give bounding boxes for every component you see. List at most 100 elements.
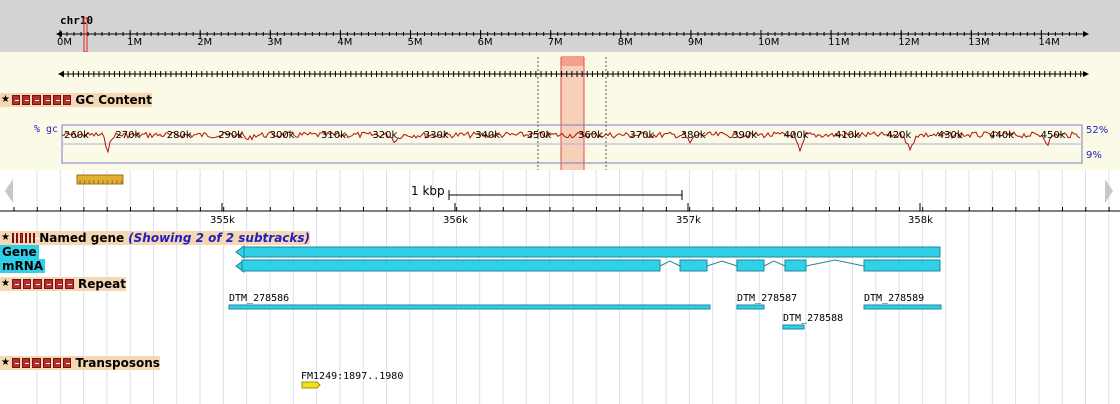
- overview-tick-label: 2M: [197, 37, 213, 48]
- download-icon[interactable]: [43, 279, 53, 289]
- detail-tick-label: 420k: [886, 130, 912, 141]
- overview-tick-label: 6M: [477, 37, 493, 48]
- star-icon[interactable]: ★: [1, 233, 10, 243]
- repeat-feature: [863, 304, 942, 310]
- detail-tick-label: 390k: [732, 130, 758, 141]
- rss-icon[interactable]: [33, 279, 42, 289]
- mrna-feature: [235, 259, 941, 273]
- edit-icon[interactable]: [28, 233, 37, 243]
- repeat-feature-label[interactable]: DTM_278587: [737, 293, 797, 304]
- detail-tick-label: 260k: [64, 130, 89, 141]
- detail-tick-label: 270k: [115, 130, 141, 141]
- overview-ruler[interactable]: chr10 0M 1M 2M 3M 4M 5M 6M 7M 8M 9M 10M 11M 12M 13M 14…: [0, 0, 1120, 52]
- help-icon[interactable]: [65, 279, 74, 289]
- repeat-track-title: Repeat: [78, 277, 126, 291]
- detail-tick-label: 370k: [629, 130, 655, 141]
- gc-y-label: % gc: [34, 124, 59, 135]
- tracks-area[interactable]: [0, 170, 1120, 404]
- help-icon[interactable]: [63, 95, 72, 105]
- edit-icon[interactable]: [52, 95, 62, 105]
- detail-tick-label: 300k: [269, 130, 295, 141]
- download-icon[interactable]: [24, 233, 33, 243]
- overview-tick-label: 0M: [57, 37, 72, 48]
- detail-tick-label: 280k: [166, 130, 192, 141]
- overview-tick-label: 1M: [127, 37, 143, 48]
- rss-icon[interactable]: [32, 95, 41, 105]
- close-icon[interactable]: [16, 233, 24, 243]
- close-icon[interactable]: [22, 95, 31, 105]
- detail-tick-label: 290k: [218, 130, 244, 141]
- named-gene-track-header[interactable]: ★ Named gene (Showing 2 of 2 subtracks): [0, 231, 310, 245]
- detail-tick-label: 330k: [423, 130, 449, 141]
- minimize-icon[interactable]: [11, 279, 21, 289]
- overview-tick-label: 3M: [267, 37, 283, 48]
- detail-scale: [58, 56, 1089, 170]
- close-icon[interactable]: [22, 358, 31, 368]
- download-icon[interactable]: [42, 95, 51, 105]
- named-gene-subtitle: (Showing 2 of 2 subtracks): [128, 231, 311, 245]
- axis-tick-label: 355k: [210, 215, 235, 226]
- overview-tick-label: 9M: [687, 37, 703, 48]
- mrna-sublabel: mRNA: [0, 259, 46, 273]
- star-icon[interactable]: ★: [1, 358, 10, 368]
- detail-tick-label: 400k: [783, 130, 809, 141]
- minimize-icon[interactable]: [11, 233, 20, 243]
- axis-tick-label: 357k: [676, 215, 701, 226]
- overview-location-marker: [83, 17, 88, 52]
- overview-tick-label: 8M: [617, 37, 633, 48]
- overview-tick-label: 12M: [898, 37, 920, 48]
- rss-icon[interactable]: [20, 233, 29, 243]
- detail-tick-label: 380k: [680, 130, 706, 141]
- help-icon[interactable]: [63, 358, 72, 368]
- overview-tick-label: 5M: [407, 37, 423, 48]
- rss-icon[interactable]: [32, 358, 41, 368]
- close-icon[interactable]: [22, 279, 32, 289]
- gc-max-label: 52%: [1086, 125, 1109, 136]
- detail-tick-label: 340k: [475, 130, 501, 141]
- named-gene-track-title: Named gene: [39, 231, 125, 245]
- detail-tick-label: 360k: [578, 130, 603, 141]
- highlight-handle: [561, 56, 584, 66]
- gene-sublabel: Gene: [0, 245, 39, 259]
- gene-feature: [235, 245, 941, 259]
- help-icon[interactable]: [32, 233, 41, 243]
- transposon-feature-label[interactable]: FM1249:1897..1980: [301, 371, 403, 382]
- overview-tick-label: 7M: [547, 37, 563, 48]
- detail-tick-label: 440k: [989, 130, 1015, 141]
- repeat-feature: [736, 304, 765, 310]
- detail-tick-label: 450k: [1040, 130, 1066, 141]
- axis-tick-label: 356k: [443, 215, 468, 226]
- star-icon[interactable]: ★: [1, 95, 10, 105]
- edit-icon[interactable]: [52, 358, 62, 368]
- locator-box: [76, 174, 124, 185]
- scale-bar-label: 1 kbp: [411, 184, 445, 198]
- detail-tick-label: 430k: [937, 130, 963, 141]
- repeat-feature-label[interactable]: DTM_278588: [783, 313, 843, 324]
- scroll-left-icon: [5, 179, 13, 203]
- gc-min-label: 9%: [1086, 150, 1102, 161]
- edit-icon[interactable]: [54, 279, 64, 289]
- minimize-icon[interactable]: [11, 95, 21, 105]
- gc-track-title: GC Content: [75, 93, 152, 107]
- detail-tick-label: 410k: [835, 130, 860, 141]
- download-icon[interactable]: [42, 358, 51, 368]
- repeat-track-header[interactable]: ★ Repeat: [0, 277, 126, 291]
- gc-track-header[interactable]: ★ GC Content: [0, 93, 152, 107]
- overview-tick-label: 10M: [758, 37, 780, 48]
- overview-tick-label: 13M: [968, 37, 990, 48]
- overview-tick-label: 11M: [828, 37, 850, 48]
- transposons-track-header[interactable]: ★ Transposons: [0, 356, 160, 370]
- repeat-feature: [782, 324, 805, 330]
- detail-tick-label: 320k: [372, 130, 398, 141]
- repeat-feature: [228, 304, 711, 310]
- detail-panel: 260k 270k 280k 290k 300k 310k 320k 330k 340k 350k…: [0, 52, 1120, 170]
- transposons-track-title: Transposons: [75, 356, 160, 370]
- repeat-feature-label[interactable]: DTM_278589: [864, 293, 924, 304]
- repeat-feature-label[interactable]: DTM_278586: [229, 293, 289, 304]
- detail-tick-label: 310k: [321, 130, 346, 141]
- detail-tick-label: 350k: [526, 130, 552, 141]
- axis-tick-label: 358k: [908, 215, 933, 226]
- star-icon[interactable]: ★: [1, 279, 10, 289]
- minimize-icon[interactable]: [11, 358, 21, 368]
- transposon-feature: [301, 381, 321, 389]
